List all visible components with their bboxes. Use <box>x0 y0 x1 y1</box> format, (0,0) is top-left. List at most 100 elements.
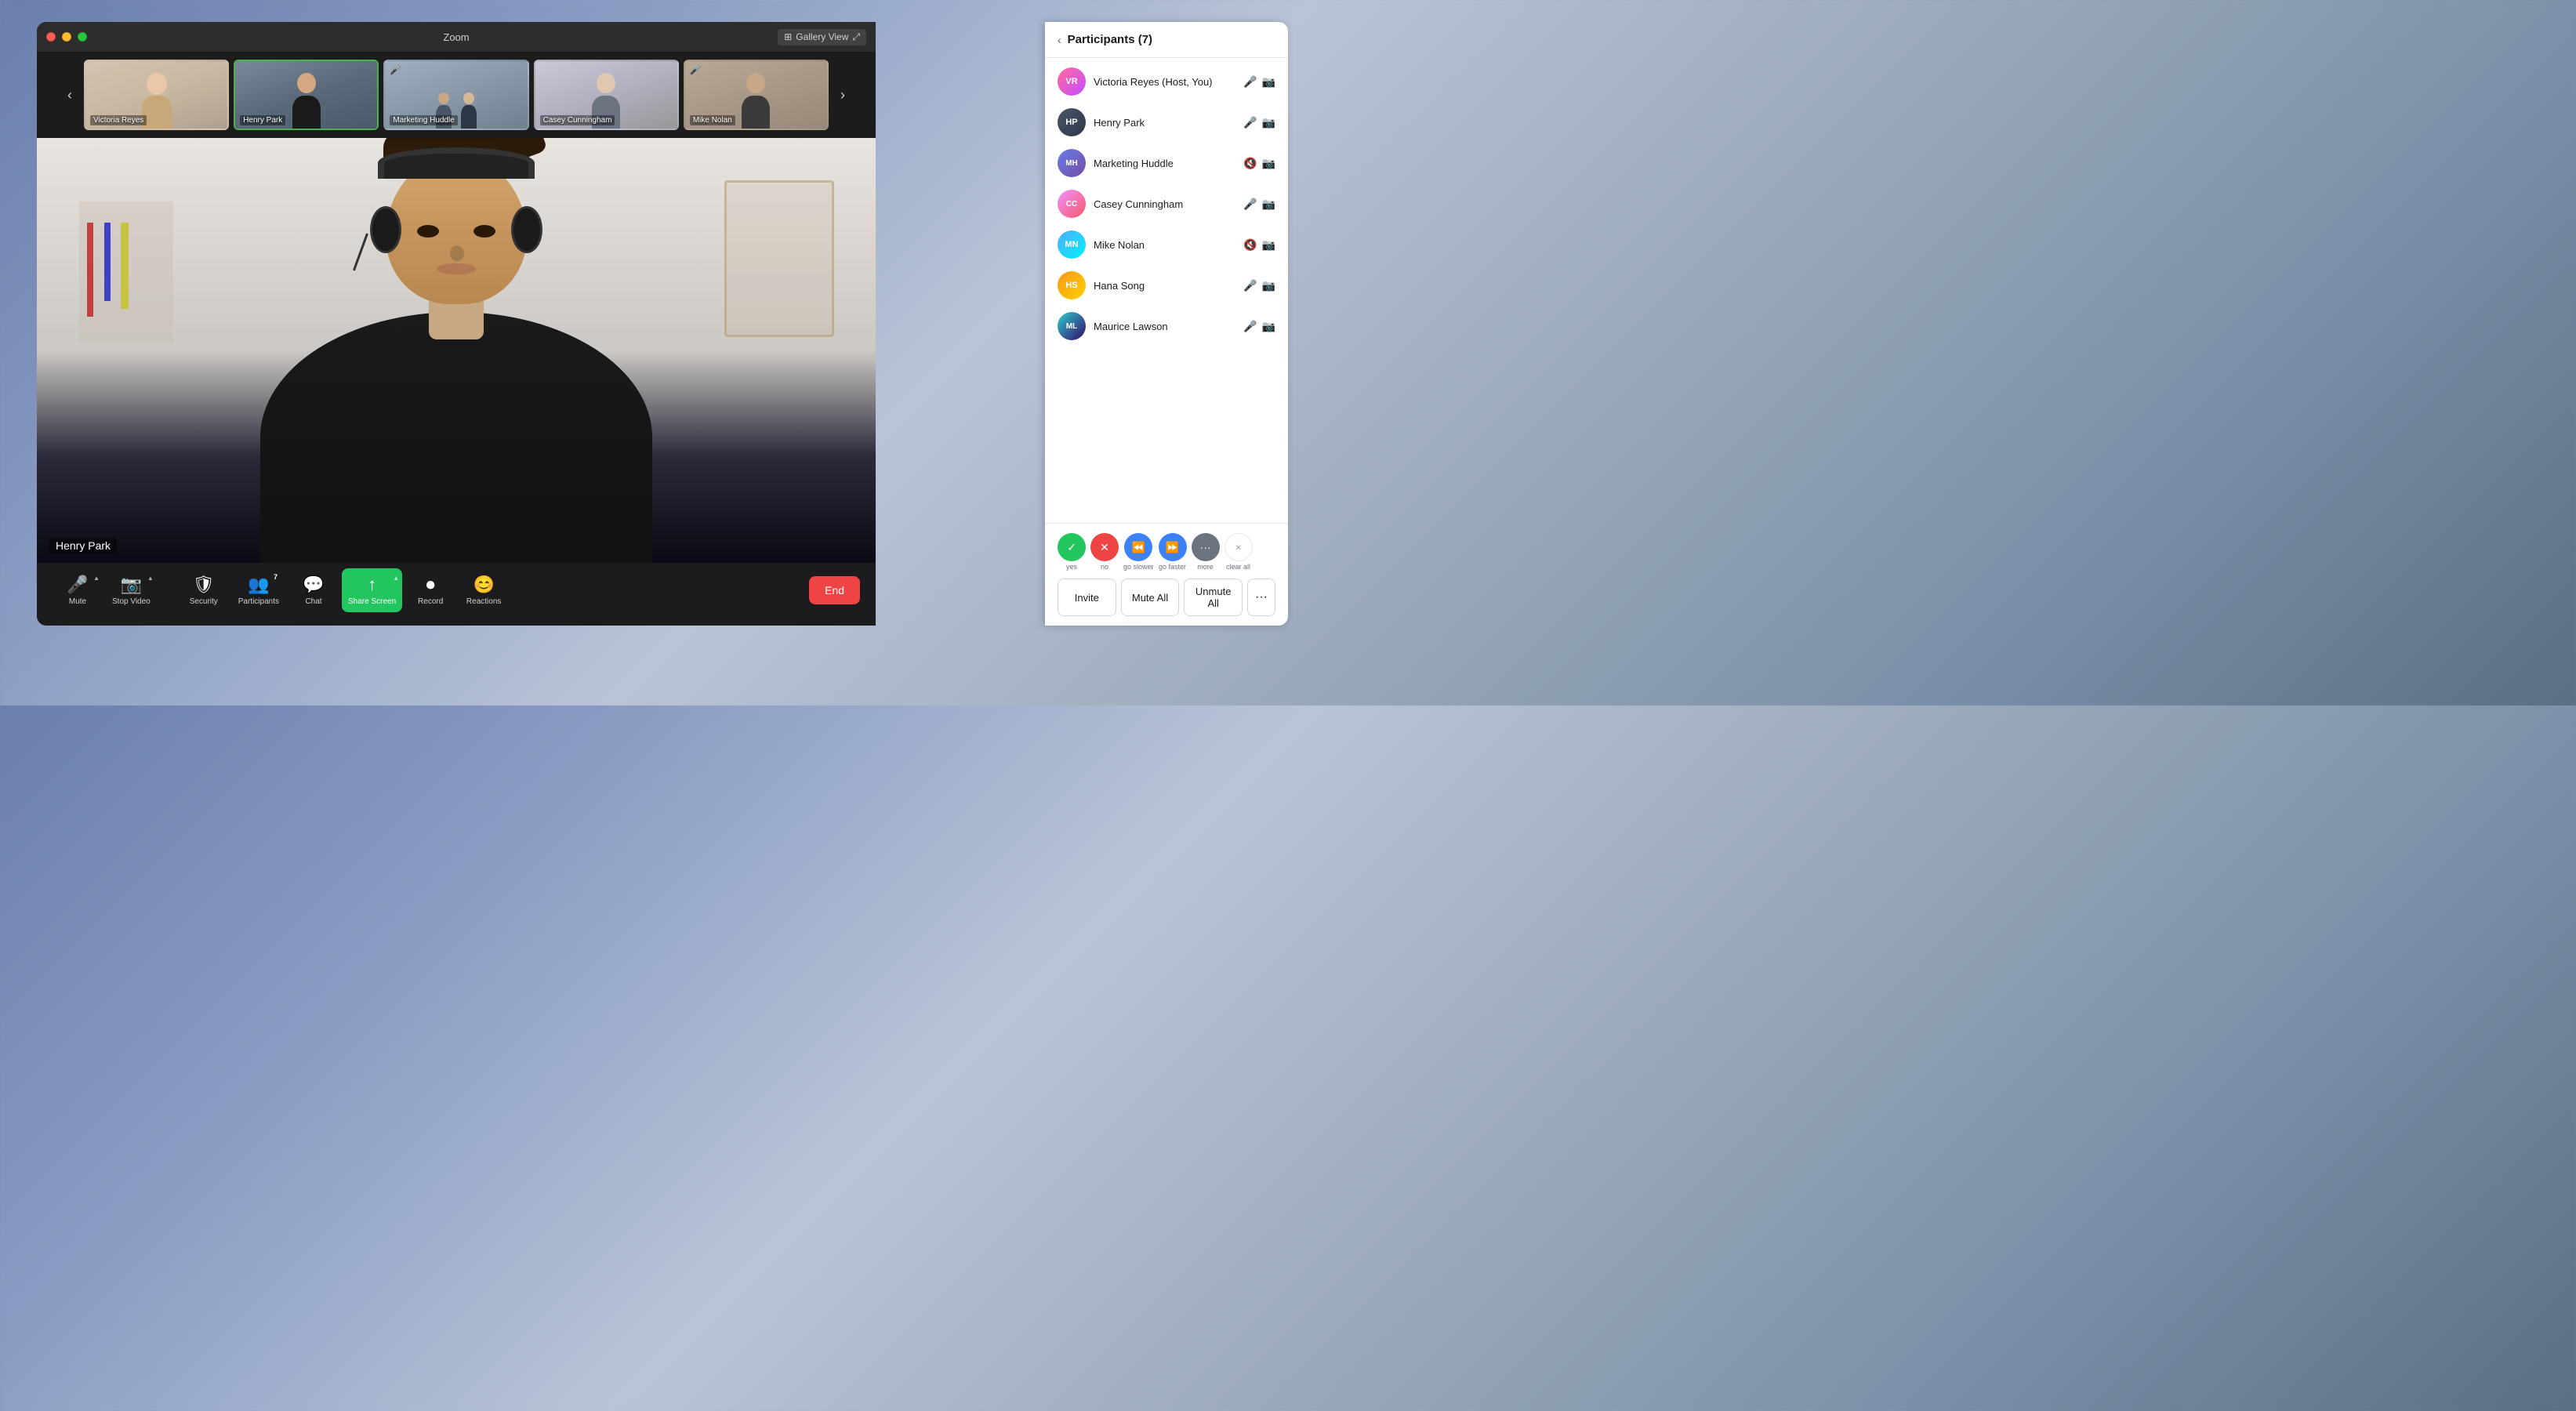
yes-reaction-label: yes <box>1066 563 1077 571</box>
go-faster-button[interactable]: ⏩ <box>1159 533 1187 561</box>
panel-collapse-chevron-icon[interactable]: ‹ <box>1058 34 1061 46</box>
end-call-button[interactable]: End <box>809 576 860 604</box>
participant-item-maurice[interactable]: ML Maurice Lawson 🎤 📷 <box>1045 306 1288 346</box>
gallery-strip: ‹ Victoria Reyes <box>37 52 876 138</box>
gallery-thumbnails: Victoria Reyes Henry Park <box>84 60 829 130</box>
share-screen-button[interactable]: ↑ Share Screen ▲ <box>342 568 402 612</box>
mute-button[interactable]: 🎤 Mute ▲ <box>53 568 103 612</box>
clear-all-button[interactable]: × <box>1225 533 1253 561</box>
more-reactions-label: more <box>1197 563 1214 571</box>
chat-button[interactable]: 💬 Chat <box>288 568 339 612</box>
no-reaction-wrapper: ✕ no <box>1090 533 1119 571</box>
participant-name-casey: Casey Cunningham <box>1094 198 1235 210</box>
avatar-maurice: ML <box>1058 312 1086 340</box>
go-slower-button[interactable]: ⏪ <box>1124 533 1152 561</box>
participant-name-hana: Hana Song <box>1094 280 1235 292</box>
participant-icons-henry: 🎤 📷 <box>1243 116 1275 129</box>
no-reaction-button[interactable]: ✕ <box>1090 533 1119 561</box>
prev-arrow[interactable]: ‹ <box>60 85 79 104</box>
gallery-icon: ⊞ <box>784 31 792 42</box>
thumb-marketing-label: Marketing Huddle <box>390 115 457 125</box>
thumb-casey-label: Casey Cunningham <box>540 115 615 125</box>
participant-item-victoria[interactable]: VR Victoria Reyes (Host, You) 🎤 📷 <box>1045 61 1288 102</box>
thumbnail-henry[interactable]: Henry Park <box>234 60 379 130</box>
reactions-label: Reactions <box>466 597 501 606</box>
participant-item-mike[interactable]: MN Mike Nolan 🔇 📷 <box>1045 224 1288 265</box>
go-faster-wrapper: ⏩ go faster <box>1159 533 1187 571</box>
panel-bottom-buttons: Invite Mute All Unmute All ··· <box>1058 579 1275 616</box>
cam-icon-victoria: 📷 <box>1262 75 1275 89</box>
more-options-button[interactable]: ··· <box>1247 579 1275 616</box>
clear-all-wrapper: × clear all <box>1225 533 1253 571</box>
participant-icons-marketing: 🔇 📷 <box>1243 157 1275 170</box>
share-screen-chevron-icon[interactable]: ▲ <box>393 575 399 582</box>
avatar-marketing: MH <box>1058 149 1086 177</box>
minimize-button[interactable] <box>62 32 71 42</box>
expand-icon: ⤢ <box>852 31 860 43</box>
cam-icon-maurice: 📷 <box>1262 320 1275 333</box>
participant-icons-hana: 🎤 📷 <box>1243 279 1275 292</box>
stop-video-button[interactable]: 📷 Stop Video ▲ <box>106 568 157 612</box>
participants-label: Participants <box>238 597 279 606</box>
thumbnail-marketing[interactable]: 🎤 Marketing Huddle <box>383 60 528 130</box>
record-button[interactable]: ⏺ Record <box>405 568 455 612</box>
gallery-view-button[interactable]: ⊞ Gallery View ⤢ <box>778 29 866 45</box>
participant-name-mike: Mike Nolan <box>1094 239 1235 251</box>
thumbnail-victoria[interactable]: Victoria Reyes <box>84 60 229 130</box>
thumb-mike-label: Mike Nolan <box>690 115 735 125</box>
go-slower-label: go slower <box>1123 563 1154 571</box>
mic-muted-icon-mike: 🔇 <box>1243 238 1257 252</box>
mute-all-button[interactable]: Mute All <box>1121 579 1180 616</box>
participant-item-henry[interactable]: HP Henry Park 🎤 📷 <box>1045 102 1288 143</box>
avatar-henry: HP <box>1058 108 1086 136</box>
security-button[interactable]: 🛡 Security <box>179 568 229 612</box>
mute-chevron-icon[interactable]: ▲ <box>93 575 100 582</box>
participants-icon: 👥 <box>248 575 269 595</box>
zoom-main-window: Zoom ⊞ Gallery View ⤢ ‹ Victoria Re <box>37 22 876 626</box>
more-reactions-button[interactable]: ··· <box>1192 533 1220 561</box>
close-button[interactable] <box>46 32 56 42</box>
participant-item-marketing[interactable]: MH Marketing Huddle 🔇 📷 <box>1045 143 1288 183</box>
mic-icon-hana: 🎤 <box>1243 279 1257 292</box>
gallery-view-label: Gallery View <box>796 31 848 42</box>
record-icon: ⏺ <box>426 575 435 595</box>
no-reaction-label: no <box>1101 563 1108 571</box>
camera-icon: 📷 <box>121 575 142 595</box>
participant-icons-mike: 🔇 📷 <box>1243 238 1275 252</box>
participants-button[interactable]: 👥 7 Participants <box>232 568 285 612</box>
reactions-icon: 😊 <box>473 575 494 595</box>
participant-list: VR Victoria Reyes (Host, You) 🎤 📷 HP Hen… <box>1045 58 1288 523</box>
panel-header: ‹ Participants (7) <box>1045 22 1288 58</box>
participant-icons-maurice: 🎤 📷 <box>1243 320 1275 333</box>
chat-label: Chat <box>305 597 321 606</box>
next-arrow[interactable]: › <box>833 85 852 104</box>
cam-icon-hana: 📷 <box>1262 279 1275 292</box>
toolbar: 🎤 Mute ▲ 📷 Stop Video ▲ 🛡 Security 👥 7 P… <box>37 563 876 618</box>
unmute-all-button[interactable]: Unmute All <box>1184 579 1243 616</box>
title-bar: Zoom ⊞ Gallery View ⤢ <box>37 22 876 52</box>
main-video-area: Henry Park <box>37 138 876 563</box>
participant-item-hana[interactable]: HS Hana Song 🎤 📷 <box>1045 265 1288 306</box>
thumbnail-mike[interactable]: 🎤 Mike Nolan <box>684 60 829 130</box>
chat-icon: 💬 <box>303 575 324 595</box>
reactions-button[interactable]: 😊 Reactions <box>459 568 509 612</box>
reaction-buttons: ✓ yes ✕ no ⏪ go slower ⏩ go faster ··· m… <box>1058 533 1275 571</box>
window-title: Zoom <box>443 31 469 43</box>
panel-title: Participants (7) <box>1068 33 1152 46</box>
avatar-hana: HS <box>1058 271 1086 299</box>
mic-icon-casey: 🎤 <box>1243 198 1257 211</box>
video-chevron-icon[interactable]: ▲ <box>147 575 154 582</box>
thumb-marketing-emoji: 🎤 <box>390 64 401 75</box>
participant-item-casey[interactable]: CC Casey Cunningham 🎤 📷 <box>1045 183 1288 224</box>
participants-panel: ‹ Participants (7) VR Victoria Reyes (Ho… <box>1045 22 1288 626</box>
thumbnail-casey[interactable]: Casey Cunningham <box>534 60 679 130</box>
yes-reaction-button[interactable]: ✓ <box>1058 533 1086 561</box>
participant-count-badge: 7 <box>274 573 278 581</box>
mic-muted-icon-marketing: 🔇 <box>1243 157 1257 170</box>
participant-name-marketing: Marketing Huddle <box>1094 158 1235 169</box>
avatar-mike: MN <box>1058 230 1086 259</box>
stop-video-label: Stop Video <box>112 597 151 606</box>
invite-button[interactable]: Invite <box>1058 579 1116 616</box>
cam-icon-henry: 📷 <box>1262 116 1275 129</box>
maximize-button[interactable] <box>78 32 87 42</box>
